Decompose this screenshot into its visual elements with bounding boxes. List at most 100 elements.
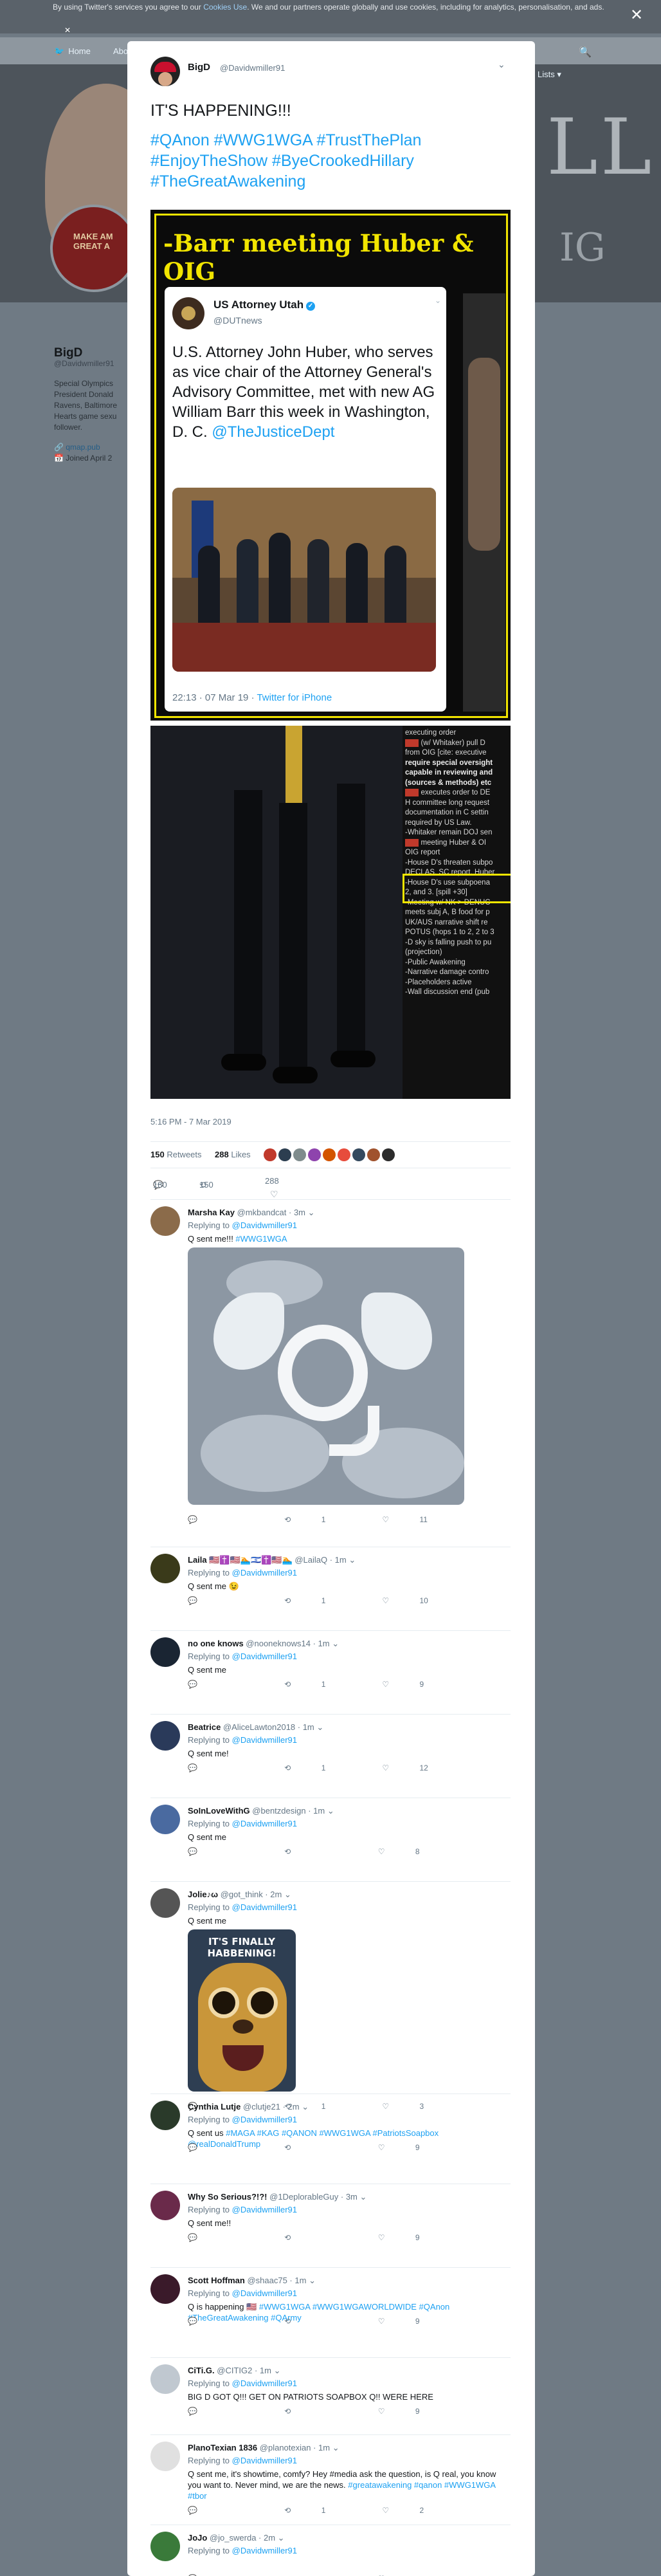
reply-like-button[interactable]: ♡ 9	[378, 2407, 448, 2416]
reply-author[interactable]: Scott Hoffman @shaac75 · 1m ⌄	[188, 2276, 316, 2286]
reply-like-button[interactable]: ♡ 12	[382, 1763, 456, 1772]
reply-retweet-button[interactable]: ⟲	[284, 2407, 349, 2416]
reply-tweet[interactable]: Scott Hoffman @shaac75 · 1m ⌄ Replying to…	[150, 2267, 511, 2358]
chevron-down-icon[interactable]: ⌄	[316, 1722, 323, 1732]
reply-avatar[interactable]	[150, 1554, 180, 1583]
reply-reply-button[interactable]: 💬	[188, 2143, 256, 2152]
reply-tweet[interactable]: JoJo @jo_swerda · 2m ⌄ Replying to @David…	[150, 2525, 511, 2576]
reply-avatar[interactable]	[150, 2191, 180, 2220]
reply-like-button[interactable]: ♡ 9	[378, 2317, 448, 2326]
chevron-down-icon[interactable]: ⌄	[349, 1555, 356, 1565]
chevron-down-icon[interactable]: ⌄	[284, 1890, 291, 1899]
reply-retweet-button[interactable]: ⟲	[284, 1847, 349, 1856]
retweet-stat[interactable]: 150 Retweets	[150, 1150, 202, 1159]
reply-like-button[interactable]: ♡ 9	[378, 2143, 448, 2152]
reply-retweet-button[interactable]: ⟲ 1	[284, 1515, 354, 1524]
reply-avatar[interactable]	[150, 1637, 180, 1667]
reply-author[interactable]: Laila 🇺🇸✝️🇺🇸🏊🇮🇱✝️🇺🇸🏊 @LailaQ · 1m ⌄	[188, 1555, 356, 1565]
reply-author[interactable]: CiTi.G. @CITIG2 · 1m ⌄	[188, 2366, 281, 2376]
reply-reply-button[interactable]: 💬	[188, 2233, 256, 2242]
reply-like-button[interactable]: ♡ 11	[382, 1515, 456, 1524]
reply-author[interactable]: Cynthia Lutje @clutje21 · 2m ⌄	[188, 2102, 309, 2112]
chevron-down-icon[interactable]: ⌄	[309, 2276, 316, 2285]
likes-stat[interactable]: 288 Likes	[215, 1150, 251, 1159]
reply-avatar[interactable]	[150, 2532, 180, 2561]
tweet-image-1[interactable]: -Barr meeting Huber & OIG US Attorney Ut…	[150, 210, 511, 721]
reply-retweet-button[interactable]: ⟲ 1	[284, 1680, 354, 1689]
reply-avatar[interactable]	[150, 2101, 180, 2130]
reply-like-button[interactable]: ♡ 8	[378, 1847, 448, 1856]
reply-tweet[interactable]: Why So Serious?!?! @1DeplorableGuy · 3m …	[150, 2184, 511, 2268]
reply-author[interactable]: Jolie♪ω @got_think · 2m ⌄	[188, 1890, 291, 1900]
reply-author[interactable]: SoInLoveWithG @bentzdesign · 1m ⌄	[188, 1806, 334, 1816]
reply-tweet[interactable]: SoInLoveWithG @bentzdesign · 1m ⌄ Replyin…	[150, 1798, 511, 1882]
reply-avatar[interactable]	[150, 2364, 180, 2394]
author-avatar[interactable]	[150, 57, 180, 86]
reply-author[interactable]: Why So Serious?!?! @1DeplorableGuy · 3m …	[188, 2192, 367, 2202]
cookie-close-icon[interactable]: ✕	[630, 8, 643, 23]
cookie-close-small-icon[interactable]: ✕	[64, 26, 71, 35]
nav-home[interactable]: 🐦 Home	[54, 46, 91, 57]
reply-author[interactable]: PlanoTexian 1836 @planotexian · 1m ⌄	[188, 2443, 340, 2453]
reply-author[interactable]: JoJo @jo_swerda · 2m ⌄	[188, 2533, 285, 2543]
chevron-down-icon[interactable]: ⌄	[498, 59, 505, 70]
reply-reply-button[interactable]: 💬	[188, 1763, 256, 1772]
reply-tweet[interactable]: Laila 🇺🇸✝️🇺🇸🏊🇮🇱✝️🇺🇸🏊 @LailaQ · 1m ⌄ Reply…	[150, 1547, 511, 1631]
reply-reply-button[interactable]: 💬	[188, 1596, 256, 1605]
reply-author[interactable]: Marsha Kay @mkbandcat · 3m ⌄	[188, 1208, 315, 1218]
tweet-hashtags[interactable]: #QAnon #WWG1WGA #TrustThePlan #EnjoyTheS…	[150, 130, 511, 192]
reply-reply-button[interactable]: 💬	[188, 1680, 256, 1689]
chevron-down-icon[interactable]: ⌄	[308, 1208, 315, 1217]
reply-like-button[interactable]: ♡ 10	[382, 1596, 456, 1605]
reply-tweet[interactable]: Marsha Kay @mkbandcat · 3m ⌄ Replying to …	[150, 1199, 511, 1547]
reply-author[interactable]: no one knows @nooneknows14 · 1m ⌄	[188, 1639, 339, 1649]
cookie-link[interactable]: Cookies Use	[203, 3, 247, 12]
chevron-down-icon[interactable]: ⌄	[327, 1806, 334, 1816]
reply-like-button[interactable]: ♡ 9	[382, 1680, 452, 1689]
reply-avatar[interactable]	[150, 1206, 180, 1236]
chevron-down-icon[interactable]: ⌄	[274, 2366, 281, 2375]
tweet-timestamp[interactable]: 5:16 PM - 7 Mar 2019	[150, 1117, 231, 1127]
reply-tweet[interactable]: Beatrice @AliceLawton2018 · 1m ⌄ Replying…	[150, 1714, 511, 1798]
reply-reply-button[interactable]: 💬	[188, 1847, 256, 1856]
author-handle[interactable]: @Davidwmiller91	[220, 63, 285, 73]
chevron-down-icon[interactable]: ⌄	[332, 2443, 340, 2452]
reply-reply-button[interactable]: 💬	[188, 2407, 256, 2416]
reply-media[interactable]: IT'S FINALLY HABBENING!	[188, 1929, 296, 2092]
liker-avatars[interactable]	[264, 1148, 397, 1163]
chevron-down-icon[interactable]: ⌄	[278, 2533, 285, 2543]
reply-avatar[interactable]	[150, 2274, 180, 2304]
reply-reply-button[interactable]: 💬	[188, 2506, 256, 2515]
reply-avatar[interactable]	[150, 1888, 180, 1918]
reply-retweet-button[interactable]: ⟲	[284, 2233, 349, 2242]
reply-tweet[interactable]: no one knows @nooneknows14 · 1m ⌄ Replyin…	[150, 1630, 511, 1715]
chevron-down-icon[interactable]: ⌄	[302, 2102, 309, 2111]
author-display-name[interactable]: BigD	[188, 62, 210, 73]
reply-reply-button[interactable]: 💬	[188, 1515, 256, 1524]
reply-avatar[interactable]	[150, 1805, 180, 1834]
reply-tweet[interactable]: PlanoTexian 1836 @planotexian · 1m ⌄ Repl…	[150, 2434, 511, 2525]
chevron-down-icon[interactable]: ⌄	[332, 1639, 339, 1648]
profile-link[interactable]: 🔗 qmap.pub	[54, 442, 131, 453]
like-icon[interactable]: ♡	[270, 1189, 278, 1200]
profile-lists-nav[interactable]: Lists ▾	[538, 69, 561, 80]
reply-tweet[interactable]: CiTi.G. @CITIG2 · 1m ⌄ Replying to @David…	[150, 2357, 511, 2435]
reply-retweet-button[interactable]: ⟲	[284, 2317, 349, 2326]
tweet-image-2[interactable]: executing order (w/ Whitaker) pull Dfrom…	[150, 726, 511, 1099]
reply-like-button[interactable]: ♡ 2	[382, 2506, 452, 2515]
reply-reply-button[interactable]: 💬	[188, 2317, 256, 2326]
reply-like-button[interactable]: ♡ 9	[378, 2233, 448, 2242]
reply-media[interactable]	[188, 1247, 464, 1505]
reply-avatar[interactable]	[150, 1721, 180, 1751]
nav-about[interactable]: Abo	[113, 46, 128, 56]
search-icon[interactable]: 🔍	[579, 46, 592, 59]
reply-retweet-button[interactable]: ⟲ 1	[284, 1763, 354, 1772]
reply-tweet[interactable]: Jolie♪ω @got_think · 2m ⌄ Replying to @Da…	[150, 1881, 511, 2111]
reply-author[interactable]: Beatrice @AliceLawton2018 · 1m ⌄	[188, 1722, 323, 1733]
reply-avatar[interactable]	[150, 2442, 180, 2471]
reply-tweet[interactable]: Cynthia Lutje @clutje21 · 2m ⌄ Replying t…	[150, 2093, 511, 2184]
reply-retweet-button[interactable]: ⟲ 1	[284, 2506, 354, 2515]
chevron-down-icon[interactable]: ⌄	[360, 2192, 367, 2202]
reply-retweet-button[interactable]: ⟲	[284, 2143, 349, 2152]
profile-avatar[interactable]: MAKE AM GREAT A	[50, 205, 138, 292]
